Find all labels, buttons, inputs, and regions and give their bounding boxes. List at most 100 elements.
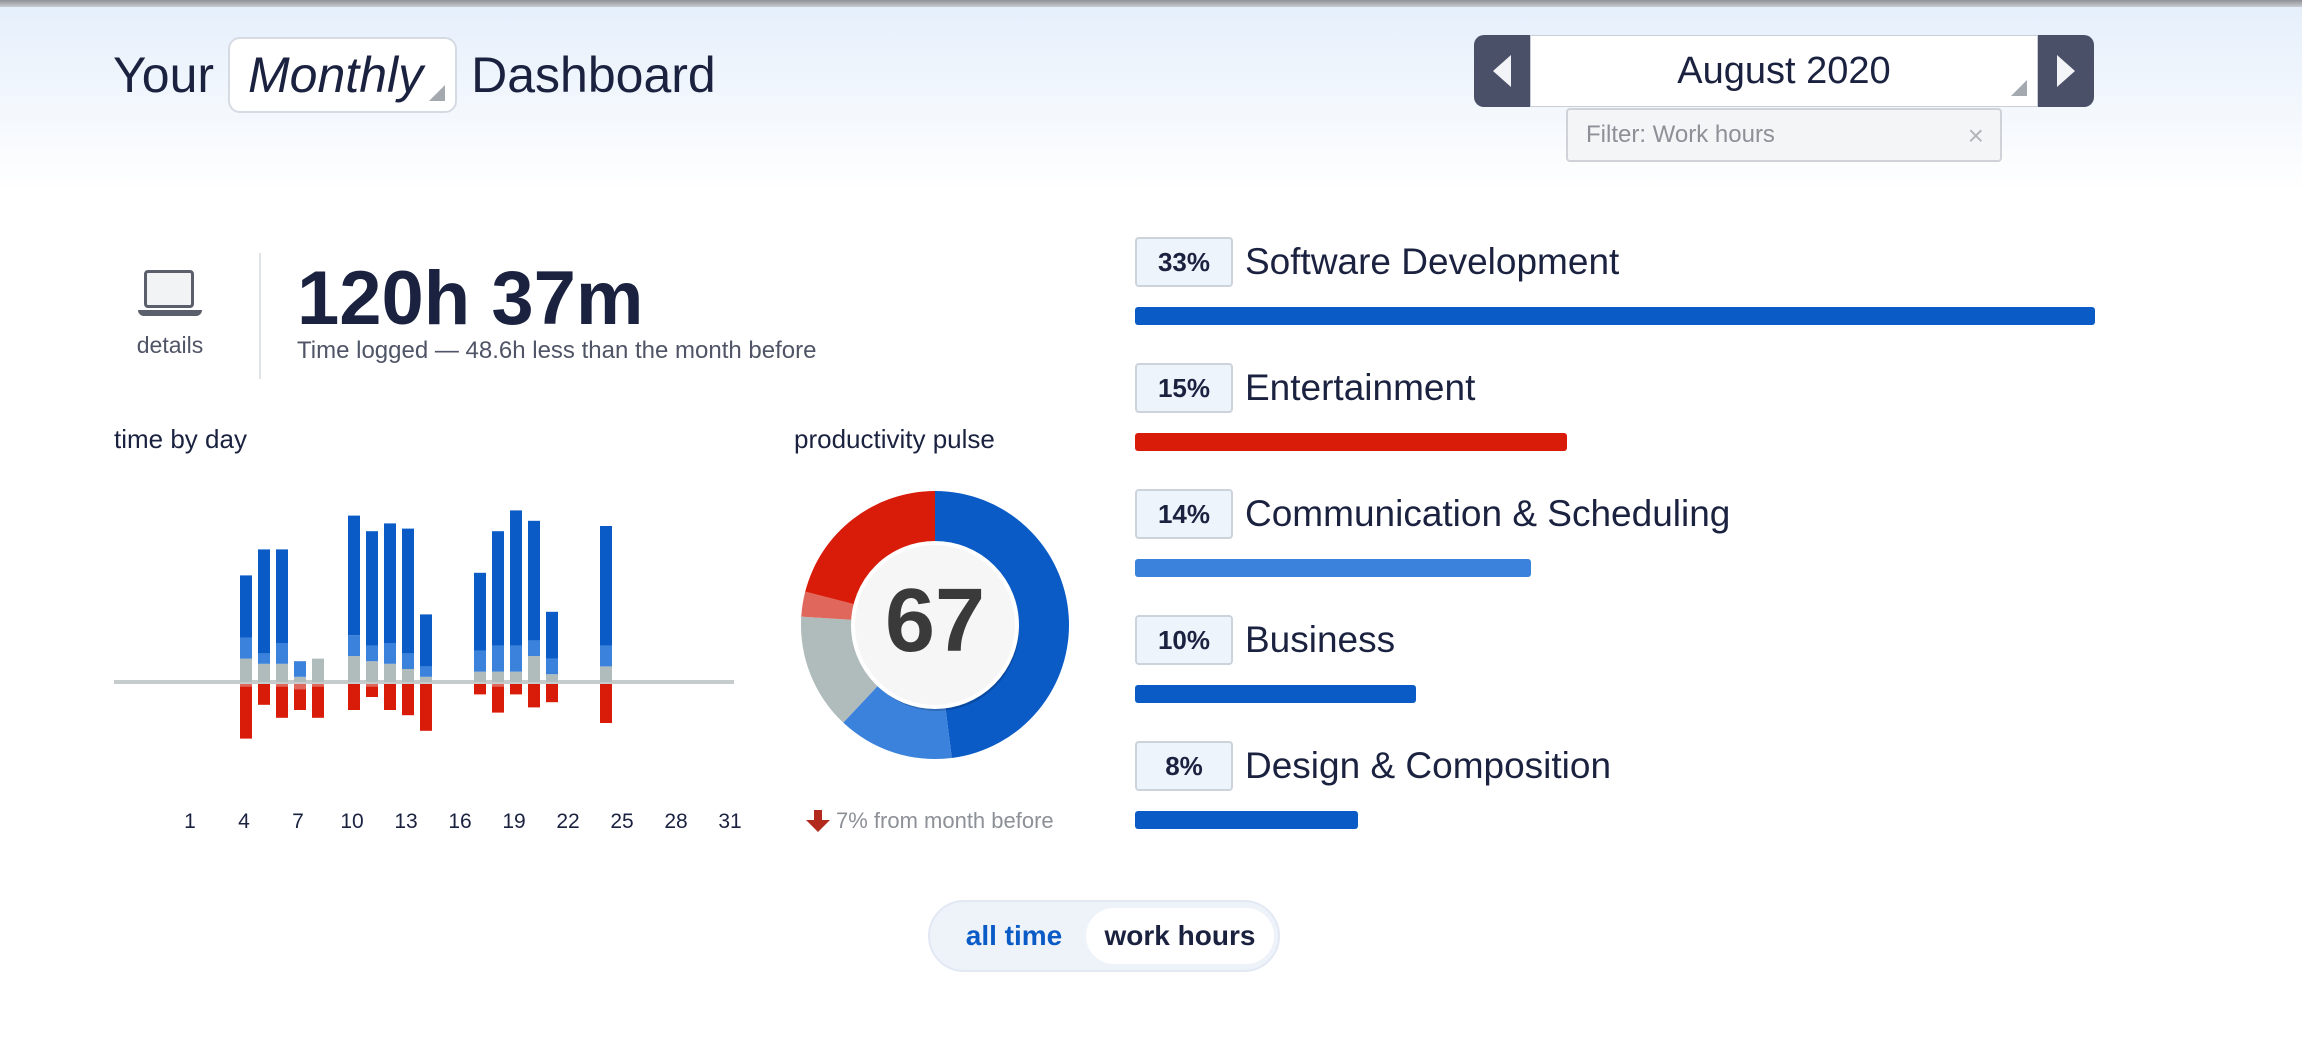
day-bar-segment[interactable] bbox=[294, 661, 306, 677]
day-bar-segment[interactable] bbox=[474, 684, 486, 695]
day-bar-segment[interactable] bbox=[546, 684, 558, 703]
category-row[interactable]: 14% Communication & Scheduling bbox=[1135, 489, 2095, 589]
category-name[interactable]: Design & Composition bbox=[1245, 745, 1611, 787]
day-tick-label: 31 bbox=[718, 810, 741, 833]
category-name[interactable]: Software Development bbox=[1245, 241, 1619, 283]
day-bar-segment[interactable] bbox=[294, 684, 306, 690]
day-bar-segment[interactable] bbox=[420, 676, 432, 682]
day-bar-segment[interactable] bbox=[294, 689, 306, 710]
day-bar-segment[interactable] bbox=[492, 531, 504, 646]
day-bar-segment[interactable] bbox=[474, 671, 486, 682]
filter-chip[interactable]: Filter: Work hours × bbox=[1566, 108, 2002, 162]
period-select[interactable]: Monthly bbox=[228, 37, 458, 113]
details-button[interactable]: details bbox=[120, 270, 220, 359]
day-bar-segment[interactable] bbox=[510, 671, 522, 682]
day-bar-segment[interactable] bbox=[258, 653, 270, 664]
day-tick-label: 1 bbox=[184, 810, 196, 833]
day-bar-segment[interactable] bbox=[528, 520, 540, 641]
day-bar-segment[interactable] bbox=[294, 676, 306, 682]
day-bar-segment[interactable] bbox=[510, 684, 522, 695]
day-bar-segment[interactable] bbox=[348, 635, 360, 656]
day-bar-segment[interactable] bbox=[492, 645, 504, 672]
day-bar-segment[interactable] bbox=[384, 684, 396, 710]
day-bar-segment[interactable] bbox=[366, 661, 378, 682]
day-tick-label: 10 bbox=[340, 810, 363, 833]
day-bar-segment[interactable] bbox=[384, 663, 396, 682]
day-bar-segment[interactable] bbox=[474, 572, 486, 651]
arrow-down-icon bbox=[806, 810, 830, 832]
month-select[interactable]: August 2020 bbox=[1530, 35, 2038, 107]
day-bar-segment[interactable] bbox=[276, 643, 288, 664]
day-bar-segment[interactable] bbox=[492, 686, 504, 713]
day-bar-segment[interactable] bbox=[600, 645, 612, 667]
day-bar-segment[interactable] bbox=[474, 650, 486, 672]
day-bar-segment[interactable] bbox=[276, 686, 288, 718]
day-bar-segment[interactable] bbox=[510, 510, 522, 646]
category-row[interactable]: 10% Business bbox=[1135, 615, 2095, 715]
day-bar-segment[interactable] bbox=[240, 684, 252, 687]
day-bar-segment[interactable] bbox=[240, 658, 252, 682]
day-bar-segment[interactable] bbox=[402, 653, 414, 669]
day-bar-segment[interactable] bbox=[258, 663, 270, 682]
category-name[interactable]: Entertainment bbox=[1245, 367, 1475, 409]
day-tick-label: 7 bbox=[292, 810, 304, 833]
day-bar-segment[interactable] bbox=[528, 656, 540, 682]
close-icon[interactable]: × bbox=[1968, 120, 1984, 152]
day-bar-segment[interactable] bbox=[240, 575, 252, 638]
day-bar-segment[interactable] bbox=[492, 671, 504, 682]
next-month-button[interactable] bbox=[2038, 35, 2094, 107]
day-bar-segment[interactable] bbox=[312, 686, 324, 718]
day-bar-segment[interactable] bbox=[348, 515, 360, 636]
day-bar-segment[interactable] bbox=[546, 611, 558, 659]
category-row[interactable]: 8% Design & Composition bbox=[1135, 741, 2095, 841]
time-by-day-chart: 1 4 7 10 13 16 19 22 25 28 31 bbox=[114, 510, 742, 833]
day-bar-segment[interactable] bbox=[276, 684, 288, 687]
day-bar-segment[interactable] bbox=[258, 549, 270, 654]
day-bar-segment[interactable] bbox=[528, 684, 540, 708]
day-tick-label: 16 bbox=[448, 810, 471, 833]
day-tick-label: 19 bbox=[502, 810, 525, 833]
day-bar-segment[interactable] bbox=[312, 658, 324, 682]
day-bar-segment[interactable] bbox=[420, 666, 432, 677]
day-bar-segment[interactable] bbox=[402, 669, 414, 682]
day-bar-segment[interactable] bbox=[420, 614, 432, 667]
day-bar-segment[interactable] bbox=[276, 549, 288, 643]
category-percent: 14% bbox=[1135, 489, 1233, 539]
day-bar-segment[interactable] bbox=[366, 684, 378, 687]
day-bar-segment[interactable] bbox=[366, 686, 378, 697]
top-border bbox=[0, 0, 2302, 7]
day-bar-segment[interactable] bbox=[240, 637, 252, 659]
day-bar-segment[interactable] bbox=[312, 684, 324, 687]
day-bar-segment[interactable] bbox=[600, 684, 612, 723]
day-bar-segment[interactable] bbox=[510, 645, 522, 672]
title-suffix: Dashboard bbox=[471, 47, 716, 103]
month-select-value: August 2020 bbox=[1677, 49, 1891, 92]
category-name[interactable]: Business bbox=[1245, 619, 1395, 661]
day-bar-segment[interactable] bbox=[348, 656, 360, 682]
day-bar-segment[interactable] bbox=[384, 643, 396, 664]
day-bar-segment[interactable] bbox=[276, 663, 288, 682]
day-bar-segment[interactable] bbox=[546, 658, 558, 675]
day-bar-segment[interactable] bbox=[348, 684, 360, 710]
day-bar-segment[interactable] bbox=[366, 531, 378, 646]
day-bar-segment[interactable] bbox=[600, 666, 612, 682]
pulse-change-label: 7% from month before bbox=[836, 808, 1054, 833]
day-bar-segment[interactable] bbox=[258, 684, 270, 705]
day-bar-segment[interactable] bbox=[546, 674, 558, 682]
previous-month-button[interactable] bbox=[1474, 35, 1530, 107]
day-bar-segment[interactable] bbox=[402, 684, 414, 716]
day-bar-segment[interactable] bbox=[528, 640, 540, 656]
day-bar-segment[interactable] bbox=[240, 686, 252, 739]
day-bar-segment[interactable] bbox=[600, 526, 612, 646]
day-bar-segment[interactable] bbox=[366, 645, 378, 662]
all-time-toggle[interactable]: all time bbox=[938, 908, 1090, 964]
category-name[interactable]: Communication & Scheduling bbox=[1245, 493, 1730, 535]
day-bar-segment[interactable] bbox=[492, 684, 504, 687]
category-row[interactable]: 15% Entertainment bbox=[1135, 363, 2095, 463]
category-row[interactable]: 33% Software Development bbox=[1135, 237, 2095, 337]
day-bar-segment[interactable] bbox=[402, 528, 414, 654]
day-bar-segment[interactable] bbox=[384, 523, 396, 643]
work-hours-toggle[interactable]: work hours bbox=[1086, 908, 1274, 964]
category-bar bbox=[1135, 307, 2095, 325]
day-bar-segment[interactable] bbox=[420, 684, 432, 731]
